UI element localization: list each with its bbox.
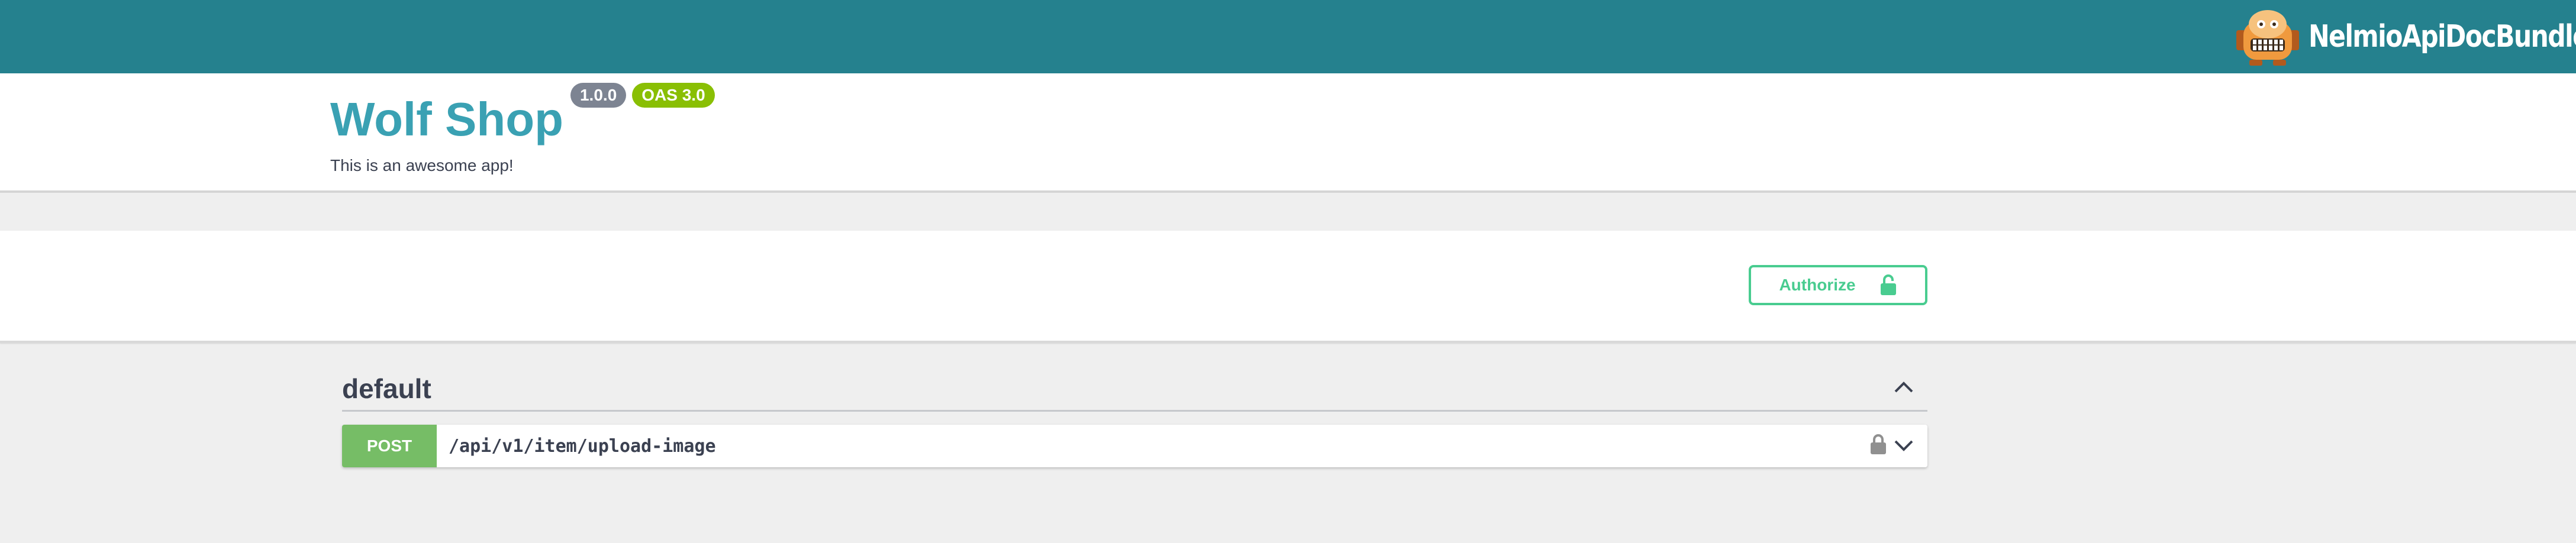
brand-name: NelmioApiDocBundle: [2309, 19, 2576, 54]
version-badge: 1.0.0: [570, 83, 627, 108]
operation-path: /api/v1/item/upload-image: [449, 435, 716, 457]
chevron-up-icon[interactable]: [1893, 376, 1914, 397]
unlock-icon: [1880, 274, 1896, 295]
http-method-badge: POST: [342, 425, 437, 467]
lock-icon[interactable]: [1869, 433, 1887, 455]
topbar: NelmioApiDocBundle: [0, 0, 2576, 73]
chevron-down-icon[interactable]: [1893, 437, 1914, 455]
api-description: This is an awesome app!: [330, 156, 514, 174]
brand-link[interactable]: NelmioApiDocBundle: [2235, 0, 2576, 73]
oas-badge: OAS 3.0: [632, 83, 715, 108]
tag-title: default: [342, 373, 431, 404]
scheme-container: Authorize: [0, 231, 2576, 343]
authorize-label: Authorize: [1779, 276, 1856, 294]
info-section: Wolf Shop 1.0.0 OAS 3.0 This is an aweso…: [0, 73, 2576, 193]
page-title: Wolf Shop: [330, 93, 563, 146]
authorize-button[interactable]: Authorize: [1749, 265, 1927, 305]
nelmio-robot-logo-icon: [2236, 10, 2299, 66]
title-row: Wolf Shop 1.0.0 OAS 3.0: [330, 83, 715, 143]
tag-section-header[interactable]: default: [342, 363, 1927, 412]
operation-post-upload-image[interactable]: POST /api/v1/item/upload-image: [342, 425, 1927, 467]
